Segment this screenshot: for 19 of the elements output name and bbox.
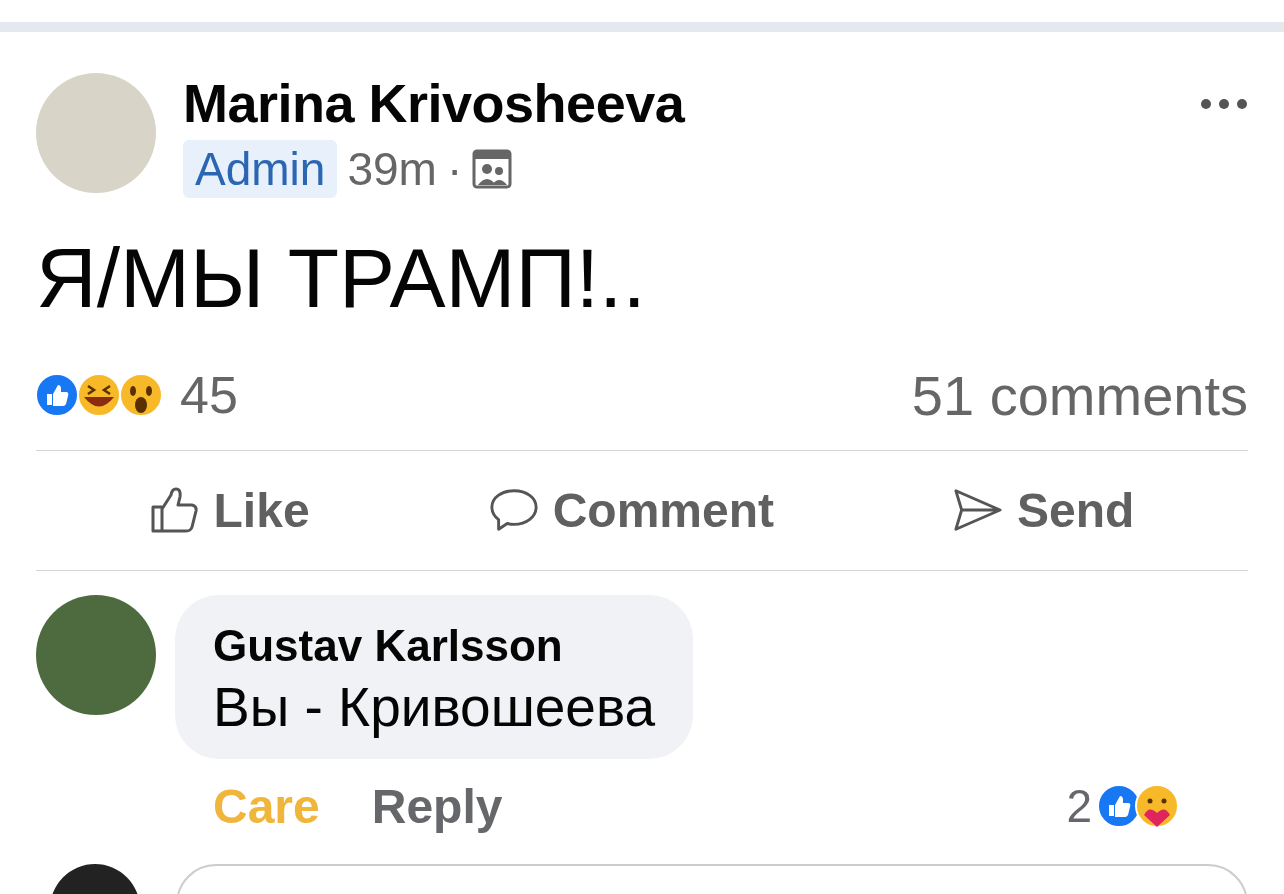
speech-bubble-icon [488, 487, 539, 534]
post-text: Я/МЫ ТРАМП!.. [35, 230, 647, 327]
more-options-icon[interactable] [1200, 98, 1248, 110]
send-button[interactable]: Send [953, 482, 1135, 538]
commenter-name[interactable]: Gustav Karlsson [213, 620, 656, 671]
post-time[interactable]: 39m [347, 142, 437, 196]
comment-reaction-count[interactable]: 2 [1066, 779, 1092, 834]
comment-text: Вы - Кривошеева [213, 674, 656, 739]
reaction-count[interactable]: 45 [180, 365, 238, 426]
like-button[interactable]: Like [149, 482, 310, 538]
thumbs-up-icon [149, 487, 200, 534]
send-arrow-icon [953, 487, 1004, 534]
comment-button[interactable]: Comment [488, 482, 774, 538]
author-name[interactable]: Marina Krivosheeva [183, 72, 1173, 134]
separator-dot: · [446, 142, 463, 196]
reply-link[interactable]: Reply [371, 778, 503, 834]
group-icon [472, 149, 513, 189]
role-badge: Admin [183, 140, 338, 198]
comments-count[interactable]: 51 comments [911, 362, 1248, 428]
